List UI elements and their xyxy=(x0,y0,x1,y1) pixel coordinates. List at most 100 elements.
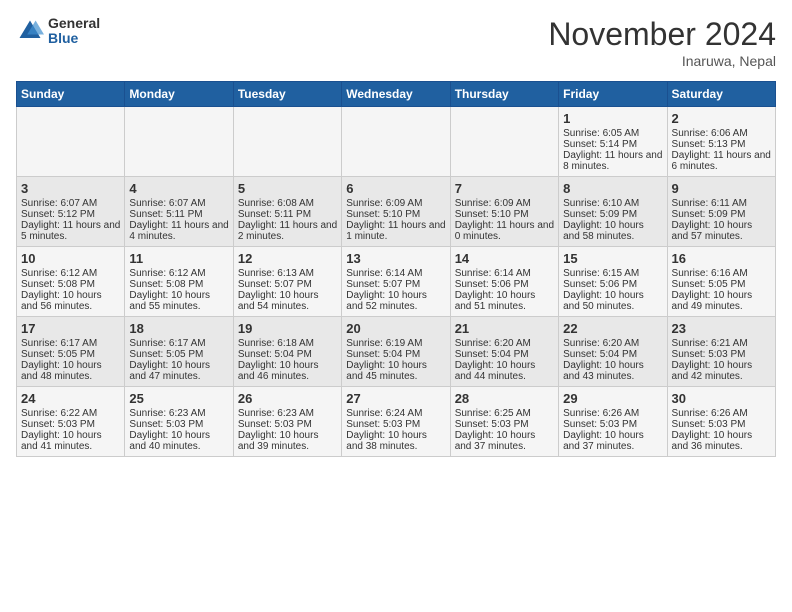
calendar-day-cell: 2Sunrise: 6:06 AMSunset: 5:13 PMDaylight… xyxy=(667,107,775,177)
day-info: Sunrise: 6:07 AM xyxy=(21,198,120,209)
day-number: 6 xyxy=(346,181,445,196)
day-info: Sunrise: 6:24 AM xyxy=(346,408,445,419)
day-info: Sunset: 5:03 PM xyxy=(672,349,771,360)
day-info: Sunrise: 6:25 AM xyxy=(455,408,554,419)
calendar-day-cell: 19Sunrise: 6:18 AMSunset: 5:04 PMDayligh… xyxy=(233,317,341,387)
day-info: Sunrise: 6:23 AM xyxy=(129,408,228,419)
day-number: 30 xyxy=(672,391,771,406)
day-info: Sunrise: 6:17 AM xyxy=(21,338,120,349)
day-info: Sunset: 5:08 PM xyxy=(21,279,120,290)
calendar-day-cell: 17Sunrise: 6:17 AMSunset: 5:05 PMDayligh… xyxy=(17,317,125,387)
calendar-day-cell: 9Sunrise: 6:11 AMSunset: 5:09 PMDaylight… xyxy=(667,177,775,247)
day-info: Daylight: 10 hours and 36 minutes. xyxy=(672,430,771,452)
calendar-day-cell: 11Sunrise: 6:12 AMSunset: 5:08 PMDayligh… xyxy=(125,247,233,317)
day-info: Sunset: 5:10 PM xyxy=(346,209,445,220)
day-info: Sunrise: 6:14 AM xyxy=(346,268,445,279)
day-number: 13 xyxy=(346,251,445,266)
day-info: Sunset: 5:03 PM xyxy=(672,419,771,430)
day-info: Daylight: 10 hours and 39 minutes. xyxy=(238,430,337,452)
day-info: Daylight: 11 hours and 2 minutes. xyxy=(238,220,337,242)
calendar-week-row: 3Sunrise: 6:07 AMSunset: 5:12 PMDaylight… xyxy=(17,177,776,247)
day-info: Sunrise: 6:22 AM xyxy=(21,408,120,419)
day-number: 22 xyxy=(563,321,662,336)
day-info: Sunset: 5:03 PM xyxy=(129,419,228,430)
day-info: Daylight: 10 hours and 50 minutes. xyxy=(563,290,662,312)
day-info: Daylight: 11 hours and 4 minutes. xyxy=(129,220,228,242)
day-info: Sunset: 5:11 PM xyxy=(129,209,228,220)
logo-icon xyxy=(16,17,44,45)
day-info: Daylight: 11 hours and 6 minutes. xyxy=(672,150,771,172)
day-info: Sunset: 5:03 PM xyxy=(563,419,662,430)
day-info: Daylight: 10 hours and 46 minutes. xyxy=(238,360,337,382)
calendar-header-monday: Monday xyxy=(125,82,233,107)
logo: General Blue xyxy=(16,16,100,47)
calendar-day-cell: 24Sunrise: 6:22 AMSunset: 5:03 PMDayligh… xyxy=(17,387,125,457)
day-number: 5 xyxy=(238,181,337,196)
calendar-day-cell: 7Sunrise: 6:09 AMSunset: 5:10 PMDaylight… xyxy=(450,177,558,247)
day-number: 11 xyxy=(129,251,228,266)
day-info: Sunrise: 6:11 AM xyxy=(672,198,771,209)
day-info: Sunset: 5:06 PM xyxy=(563,279,662,290)
day-info: Daylight: 10 hours and 45 minutes. xyxy=(346,360,445,382)
calendar-day-cell: 26 Sunrise: 6:23 AMSunset: 5:03 PMDayligh… xyxy=(233,387,341,457)
day-info: Daylight: 10 hours and 56 minutes. xyxy=(21,290,120,312)
location: Inaruwa, Nepal xyxy=(548,53,776,69)
day-number: 8 xyxy=(563,181,662,196)
day-info: Sunrise: 6:05 AM xyxy=(563,128,662,139)
day-info: Daylight: 11 hours and 8 minutes. xyxy=(563,150,662,172)
day-info: Sunset: 5:04 PM xyxy=(455,349,554,360)
day-info: Sunrise: 6:17 AM xyxy=(129,338,228,349)
day-info: Sunrise: 6:20 AM xyxy=(455,338,554,349)
day-info: Daylight: 10 hours and 43 minutes. xyxy=(563,360,662,382)
page-header: General Blue November 2024 Inaruwa, Nepa… xyxy=(16,16,776,69)
day-info: Sunset: 5:06 PM xyxy=(455,279,554,290)
day-info: Sunset: 5:05 PM xyxy=(672,279,771,290)
day-info: Daylight: 10 hours and 40 minutes. xyxy=(129,430,228,452)
day-info: Daylight: 10 hours and 51 minutes. xyxy=(455,290,554,312)
day-info: Sunset: 5:11 PM xyxy=(238,209,337,220)
calendar-day-cell: 21Sunrise: 6:20 AMSunset: 5:04 PMDayligh… xyxy=(450,317,558,387)
day-info: Daylight: 10 hours and 54 minutes. xyxy=(238,290,337,312)
day-info: Daylight: 10 hours and 48 minutes. xyxy=(21,360,120,382)
calendar-day-cell: 12Sunrise: 6:13 AMSunset: 5:07 PMDayligh… xyxy=(233,247,341,317)
calendar-day-cell: 10Sunrise: 6:12 AMSunset: 5:08 PMDayligh… xyxy=(17,247,125,317)
logo-blue-text: Blue xyxy=(48,31,100,46)
day-info: Sunrise: 6:16 AM xyxy=(672,268,771,279)
day-info: Sunset: 5:03 PM xyxy=(238,419,337,430)
day-info: Sunrise: 6:23 AM xyxy=(238,408,337,419)
day-info: Sunset: 5:09 PM xyxy=(672,209,771,220)
day-number: 24 xyxy=(21,391,120,406)
day-info: Sunrise: 6:18 AM xyxy=(238,338,337,349)
day-info: Daylight: 11 hours and 0 minutes. xyxy=(455,220,554,242)
day-number: 10 xyxy=(21,251,120,266)
day-number: 25 xyxy=(129,391,228,406)
day-number: 26 xyxy=(238,391,337,406)
calendar-week-row: 17Sunrise: 6:17 AMSunset: 5:05 PMDayligh… xyxy=(17,317,776,387)
calendar-header-tuesday: Tuesday xyxy=(233,82,341,107)
day-info: Sunset: 5:05 PM xyxy=(129,349,228,360)
calendar-day-cell: 22Sunrise: 6:20 AMSunset: 5:04 PMDayligh… xyxy=(559,317,667,387)
day-number: 4 xyxy=(129,181,228,196)
calendar-day-cell: 29Sunrise: 6:26 AMSunset: 5:03 PMDayligh… xyxy=(559,387,667,457)
month-title: November 2024 xyxy=(548,16,776,53)
day-info: Daylight: 10 hours and 52 minutes. xyxy=(346,290,445,312)
day-info: Sunrise: 6:19 AM xyxy=(346,338,445,349)
calendar-day-cell: 14Sunrise: 6:14 AMSunset: 5:06 PMDayligh… xyxy=(450,247,558,317)
day-number: 16 xyxy=(672,251,771,266)
calendar-day-cell xyxy=(342,107,450,177)
day-number: 3 xyxy=(21,181,120,196)
day-info: Sunset: 5:08 PM xyxy=(129,279,228,290)
day-info: Sunrise: 6:20 AM xyxy=(563,338,662,349)
day-info: Sunset: 5:05 PM xyxy=(21,349,120,360)
title-block: November 2024 Inaruwa, Nepal xyxy=(548,16,776,69)
day-number: 2 xyxy=(672,111,771,126)
day-info: Sunrise: 6:08 AM xyxy=(238,198,337,209)
calendar-header-thursday: Thursday xyxy=(450,82,558,107)
day-info: Daylight: 10 hours and 41 minutes. xyxy=(21,430,120,452)
calendar-day-cell: 25 Sunrise: 6:23 AMSunset: 5:03 PMDayligh… xyxy=(125,387,233,457)
day-info: Sunrise: 6:09 AM xyxy=(346,198,445,209)
calendar-day-cell xyxy=(17,107,125,177)
calendar-day-cell: 5 Sunrise: 6:08 AMSunset: 5:11 PMDaylight… xyxy=(233,177,341,247)
day-info: Sunset: 5:03 PM xyxy=(346,419,445,430)
day-info: Sunset: 5:10 PM xyxy=(455,209,554,220)
